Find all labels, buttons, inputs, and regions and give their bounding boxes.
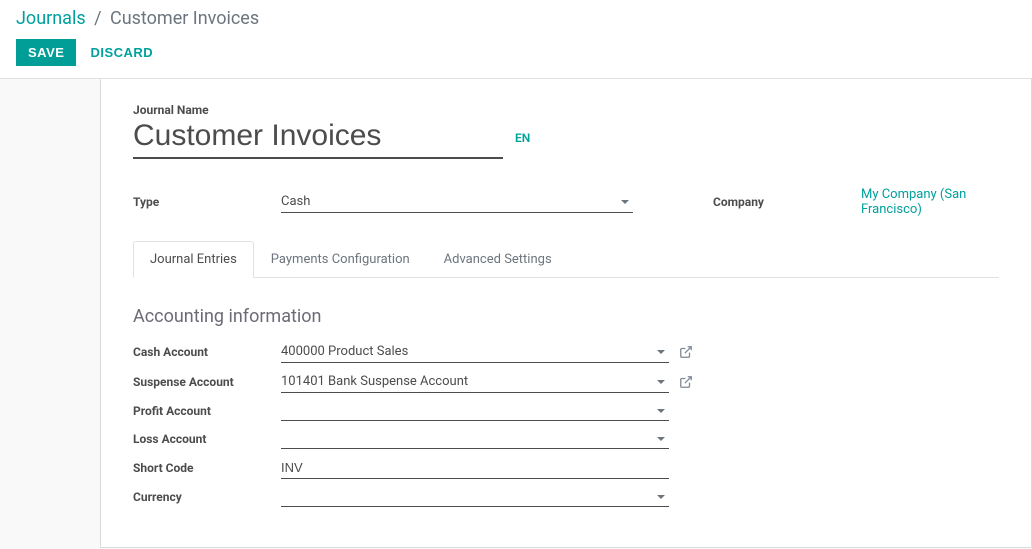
loss-account-label: Loss Account: [133, 432, 281, 446]
company-label: Company: [713, 195, 861, 209]
suspense-account-select[interactable]: 101401 Bank Suspense Account: [281, 371, 669, 393]
loss-account-select[interactable]: [281, 429, 669, 449]
tab-payments-configuration[interactable]: Payments Configuration: [254, 241, 427, 278]
breadcrumb: Journals / Customer Invoices: [16, 8, 1016, 29]
tab-advanced-settings[interactable]: Advanced Settings: [427, 241, 569, 278]
cash-account-select[interactable]: 400000 Product Sales: [281, 341, 669, 363]
breadcrumb-current: Customer Invoices: [110, 8, 259, 29]
save-button[interactable]: SAVE: [16, 39, 76, 66]
tab-journal-entries[interactable]: Journal Entries: [133, 241, 254, 278]
cash-account-label: Cash Account: [133, 345, 281, 359]
tab-bar: Journal Entries Payments Configuration A…: [133, 241, 999, 278]
accounting-section-title: Accounting information: [133, 306, 999, 327]
action-buttons: SAVE DISCARD: [16, 39, 1016, 66]
currency-label: Currency: [133, 490, 281, 504]
company-link[interactable]: My Company (San Francisco): [861, 187, 999, 217]
suspense-account-label: Suspense Account: [133, 375, 281, 389]
discard-button[interactable]: DISCARD: [90, 45, 153, 60]
short-code-input[interactable]: [281, 457, 669, 479]
short-code-label: Short Code: [133, 461, 281, 475]
currency-select[interactable]: [281, 487, 669, 507]
control-panel: Journals / Customer Invoices SAVE DISCAR…: [0, 0, 1032, 79]
external-link-icon[interactable]: [679, 375, 693, 389]
profit-account-label: Profit Account: [133, 404, 281, 418]
breadcrumb-parent[interactable]: Journals: [16, 8, 86, 29]
language-indicator[interactable]: EN: [515, 131, 530, 159]
external-link-icon[interactable]: [679, 345, 693, 359]
breadcrumb-separator: /: [94, 8, 101, 29]
journal-name-label: Journal Name: [133, 103, 503, 117]
profit-account-select[interactable]: [281, 401, 669, 421]
journal-name-input[interactable]: [133, 117, 503, 159]
type-label: Type: [133, 195, 281, 209]
form-sheet: Journal Name EN Type Cash Company My Com…: [100, 79, 1032, 548]
type-select[interactable]: Cash: [281, 191, 633, 213]
